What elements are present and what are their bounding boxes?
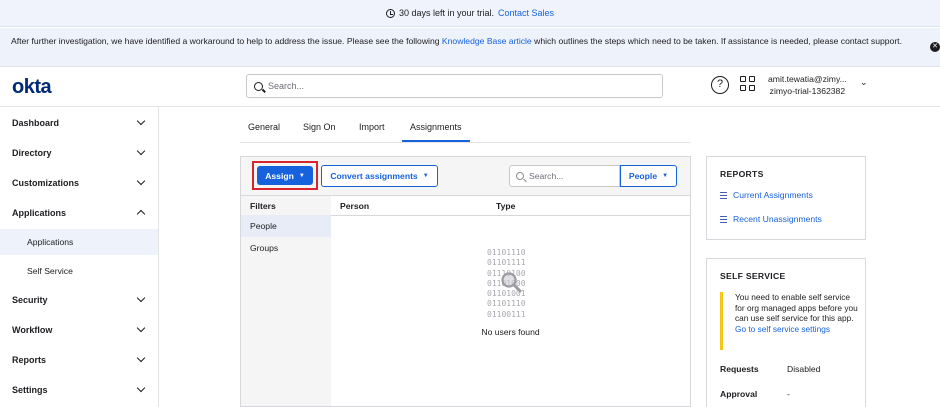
sidebar-item-label: Security — [12, 295, 48, 305]
close-icon[interactable]: ✕ — [930, 42, 940, 52]
app-grid-icon[interactable] — [740, 76, 756, 92]
self-service-card: SELF SERVICE You need to enable self ser… — [706, 258, 866, 407]
magnifier-icon — [501, 272, 522, 293]
sidebar-item-directory[interactable]: Directory — [0, 141, 158, 165]
requests-value: Disabled — [787, 364, 821, 374]
org-name: zimyo-trial-1362382 — [769, 86, 846, 96]
user-email: amit.tewatia@zimy... — [768, 74, 847, 84]
sidebar-item-label: Applications — [12, 208, 67, 218]
user-menu[interactable]: amit.tewatia@zimy... zimyo-trial-1362382 — [768, 73, 847, 97]
clock-icon — [385, 8, 395, 18]
sidebar-item-label: Workflow — [12, 325, 53, 335]
trial-text: 30 days left in your trial. — [398, 8, 494, 18]
notice-banner: After further investigation, we have ide… — [0, 28, 940, 67]
approval-label: Approval — [720, 389, 758, 399]
filters-panel: Filters People Groups — [241, 196, 331, 406]
self-service-note: You need to enable self service for org … — [720, 292, 860, 350]
requests-row: Requests Disabled — [720, 364, 820, 374]
notice-text-before: After further investigation, we have ide… — [11, 36, 442, 46]
chevron-down-icon — [136, 116, 146, 126]
chevron-down-icon — [136, 293, 146, 303]
approval-row: Approval - — [720, 389, 790, 399]
sidebar-subitem-label: Applications — [27, 237, 74, 247]
report-link-label: Current Assignments — [733, 190, 813, 200]
caret-down-icon: ▼ — [298, 172, 305, 179]
self-service-settings-link[interactable]: Go to self service settings — [735, 324, 860, 335]
empty-state-text: No users found — [481, 327, 540, 337]
sidebar-item-dashboard[interactable]: Dashboard — [0, 111, 158, 135]
approval-value: - — [787, 389, 790, 399]
assign-label: Assign — [265, 170, 294, 181]
current-assignments-link[interactable]: Current Assignments — [720, 190, 813, 200]
report-link-label: Recent Unassignments — [733, 214, 822, 224]
assign-button[interactable]: Assign ▼ — [257, 166, 313, 185]
global-search-placeholder: Search... — [268, 81, 305, 91]
caret-down-icon: ▼ — [662, 173, 669, 179]
tab-assignments[interactable]: Assignments — [402, 118, 470, 142]
global-search-input[interactable]: Search... — [246, 74, 663, 98]
trial-banner: 30 days left in your trial. Contact Sale… — [0, 0, 940, 27]
recent-unassignments-link[interactable]: Recent Unassignments — [720, 214, 822, 224]
column-person[interactable]: Person — [340, 201, 369, 211]
help-icon[interactable]: ? — [711, 76, 729, 94]
assignments-search-placeholder: Search... — [529, 171, 564, 181]
assignments-panel: Assign ▼ Convert assignments ▼ Search...… — [240, 156, 691, 407]
sidebar-item-customizations[interactable]: Customizations — [0, 171, 158, 195]
chevron-down-icon — [136, 323, 146, 333]
sidebar-item-settings[interactable]: Settings — [0, 378, 158, 402]
requests-label: Requests — [720, 364, 759, 374]
top-header: okta Search... ? amit.tewatia@zimy... zi… — [0, 67, 940, 107]
convert-label: Convert assignments — [330, 171, 418, 181]
chevron-down-icon — [136, 383, 146, 393]
sidebar-subitem-applications[interactable]: Applications — [0, 229, 158, 255]
chevron-down-icon — [136, 353, 146, 363]
self-service-title: SELF SERVICE — [720, 271, 786, 281]
sidebar-item-security[interactable]: Security — [0, 288, 158, 312]
chevron-down-icon — [136, 176, 146, 186]
report-icon — [720, 191, 729, 200]
assignments-search-input[interactable]: Search... — [509, 165, 620, 187]
okta-logo[interactable]: okta — [12, 76, 52, 99]
sidebar-subitem-label: Self Service — [27, 266, 73, 276]
notice-text-after: which outlines the steps which need to b… — [531, 36, 902, 46]
sidebar-item-workflow[interactable]: Workflow — [0, 318, 158, 342]
caret-down-icon: ▼ — [422, 173, 429, 179]
assignments-toolbar: Assign ▼ Convert assignments ▼ Search...… — [241, 157, 690, 196]
sidebar: Dashboard Directory Customizations Appli… — [0, 107, 159, 407]
sidebar-item-label: Reports — [12, 355, 47, 365]
chevron-down-icon — [136, 146, 146, 156]
reports-title: REPORTS — [720, 169, 764, 179]
report-icon — [720, 215, 729, 224]
reports-card: REPORTS Current Assignments Recent Unass… — [706, 156, 866, 240]
search-icon — [516, 172, 524, 180]
self-service-note-text: You need to enable self service for org … — [735, 292, 858, 323]
people-filter-dropdown[interactable]: People ▼ — [620, 165, 677, 187]
sidebar-subitem-self-service[interactable]: Self Service — [0, 258, 158, 284]
tabs-divider — [240, 142, 690, 143]
sidebar-item-reports[interactable]: Reports — [0, 348, 158, 372]
sidebar-item-label: Dashboard — [12, 118, 60, 128]
chevron-down-icon[interactable]: ⌄ — [860, 77, 868, 88]
sidebar-item-applications[interactable]: Applications — [0, 201, 158, 225]
chevron-up-icon — [136, 209, 146, 219]
filter-people[interactable]: People — [241, 215, 331, 237]
people-label: People — [628, 171, 658, 181]
sidebar-item-label: Directory — [12, 148, 52, 158]
column-type[interactable]: Type — [496, 201, 515, 211]
filter-groups[interactable]: Groups — [241, 237, 331, 259]
contact-sales-link[interactable]: Contact Sales — [498, 8, 554, 18]
convert-assignments-button[interactable]: Convert assignments ▼ — [321, 165, 438, 187]
sidebar-item-label: Customizations — [12, 178, 80, 188]
assign-highlight: Assign ▼ — [252, 161, 318, 190]
filters-title: Filters — [250, 201, 276, 211]
sidebar-item-label: Settings — [12, 385, 48, 395]
assignments-grid-header: Person Type — [331, 196, 690, 216]
knowledge-base-link[interactable]: Knowledge Base article — [442, 36, 532, 46]
search-icon — [254, 81, 263, 91]
